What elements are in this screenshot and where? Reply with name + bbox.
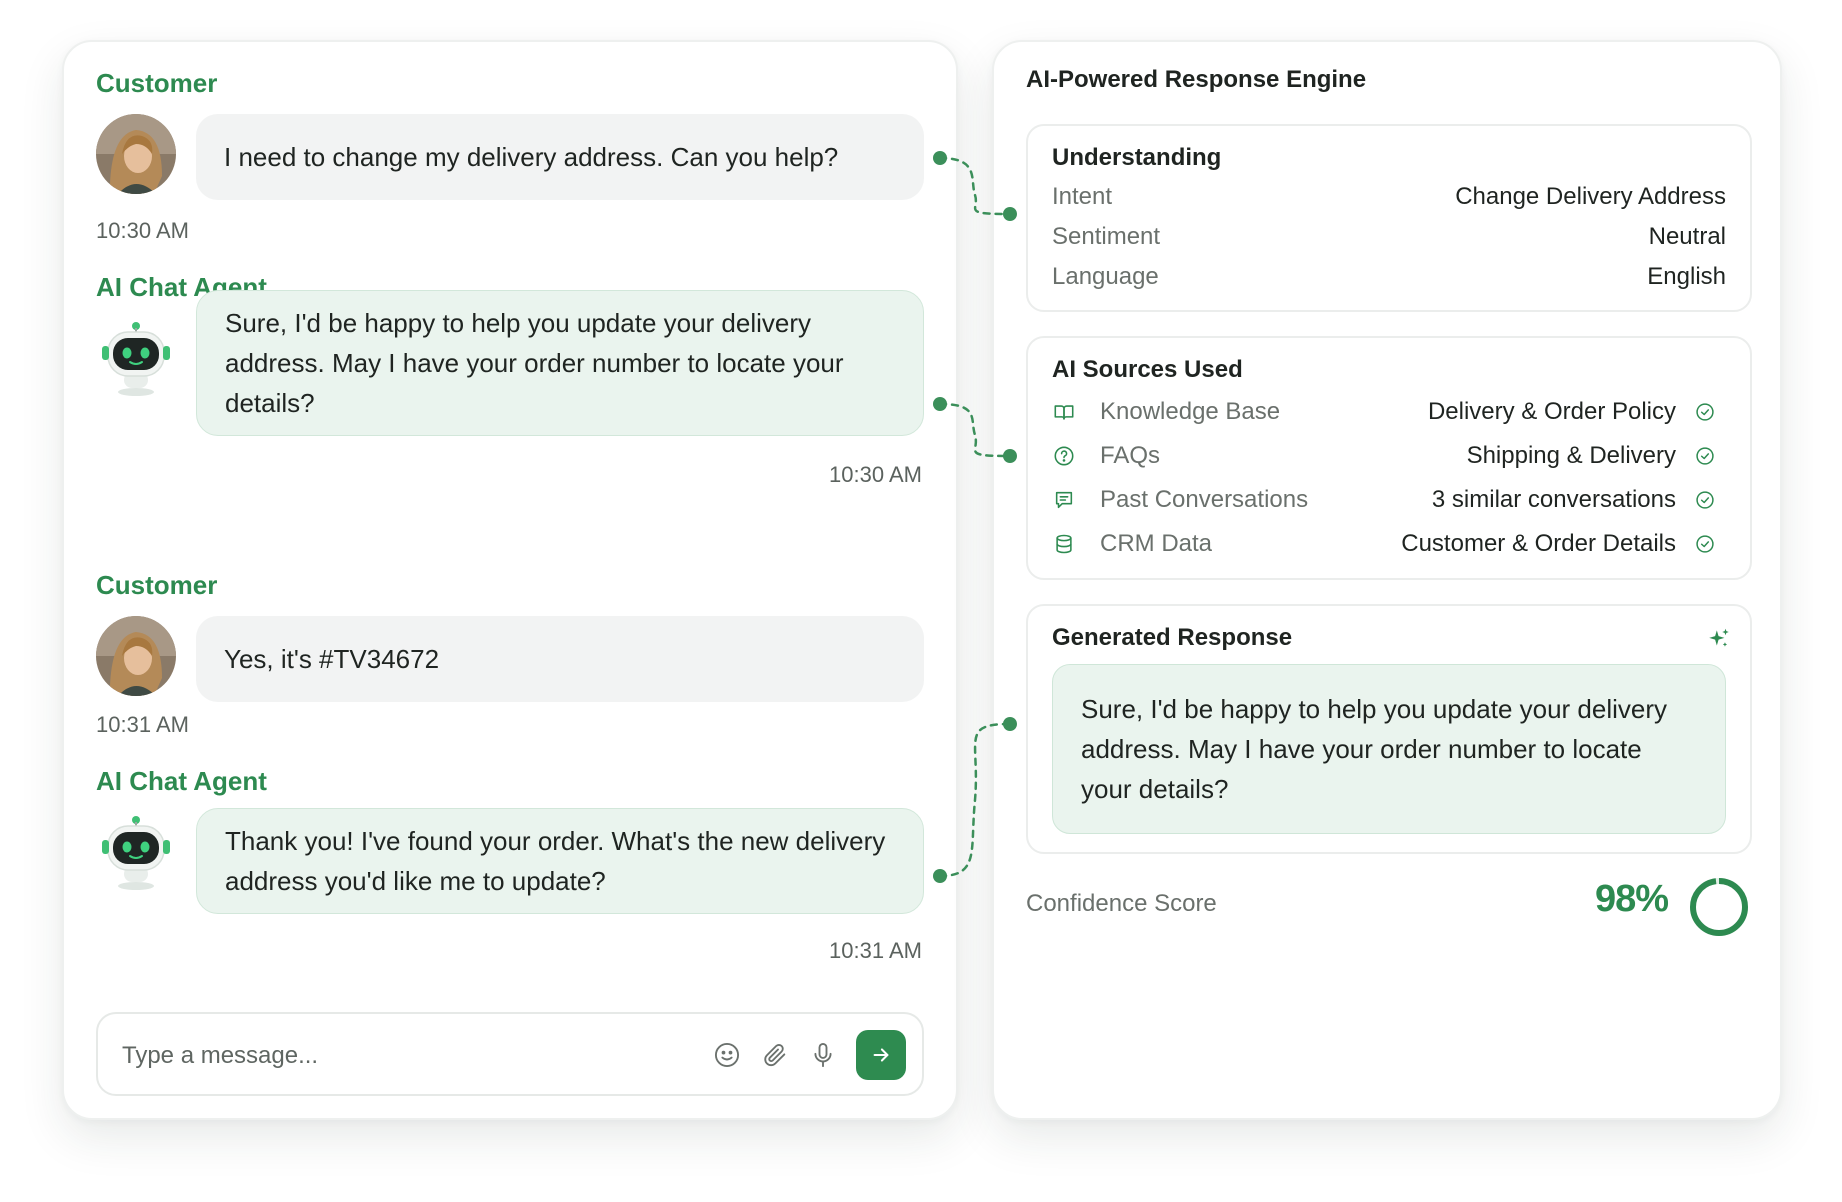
confidence-value: 98% [1594, 878, 1669, 920]
paperclip-icon[interactable] [758, 1038, 792, 1072]
check-circle-icon [1694, 445, 1716, 467]
source-row-faqs: FAQs Shipping & Delivery [1052, 438, 1716, 474]
database-icon [1052, 532, 1076, 556]
row-key: Language [1052, 263, 1159, 290]
message-bubble: Yes, it's #TV34672 [196, 616, 924, 702]
row-value: Neutral [1648, 223, 1726, 250]
understanding-row-language: Language English [1052, 260, 1726, 294]
row-value: Change Delivery Address [1455, 183, 1726, 210]
message-text: Thank you! I've found your order. What's… [225, 826, 886, 896]
understanding-row-intent: Intent Change Delivery Address [1052, 180, 1726, 214]
message-time: 10:30 AM [829, 462, 922, 487]
robot-avatar [96, 812, 176, 892]
check-circle-icon [1694, 489, 1716, 511]
source-row-past-conversations: Past Conversations 3 similar conversatio… [1052, 482, 1716, 518]
message-bubble: I need to change my delivery address. Ca… [196, 114, 924, 200]
source-value: Customer & Order Details [1401, 530, 1676, 557]
card-title: Generated Response [1052, 624, 1293, 651]
microphone-icon[interactable] [806, 1038, 840, 1072]
engine-title: AI-Powered Response Engine [1026, 66, 1367, 93]
card-title: AI Sources Used [1052, 356, 1243, 383]
message-time: 10:31 AM [829, 938, 922, 963]
source-name: CRM Data [1100, 530, 1213, 557]
source-name: Past Conversations [1100, 486, 1309, 513]
message-text: I need to change my delivery address. Ca… [224, 142, 839, 172]
source-name: FAQs [1100, 442, 1161, 469]
send-button[interactable] [856, 1030, 906, 1080]
sources-card: AI Sources Used Knowledge Base Delivery … [1026, 336, 1752, 580]
arrow-right-icon [873, 1048, 889, 1062]
confidence-label: Confidence Score [1026, 890, 1217, 917]
chat-lines-icon [1052, 488, 1076, 512]
robot-avatar [96, 318, 176, 398]
understanding-card: Understanding Intent Change Delivery Add… [1026, 124, 1752, 312]
customer-avatar [96, 114, 176, 194]
understanding-row-sentiment: Sentiment Neutral [1052, 220, 1726, 254]
row-key: Intent [1052, 183, 1113, 210]
check-circle-icon [1694, 533, 1716, 555]
message-input[interactable] [122, 1036, 682, 1076]
message-text: Yes, it's #TV34672 [224, 644, 440, 674]
card-title: Understanding [1052, 144, 1222, 171]
confidence-ring-fill [1690, 878, 1748, 936]
check-circle-icon [1694, 401, 1716, 423]
book-icon [1052, 400, 1076, 424]
confidence-ring [1690, 878, 1748, 936]
message-bubble: Sure, I'd be happy to help you update yo… [196, 290, 924, 436]
source-value: Shipping & Delivery [1466, 442, 1676, 469]
sender-label: AI Chat Agent [96, 766, 267, 796]
source-row-crm-data: CRM Data Customer & Order Details [1052, 526, 1716, 562]
smile-icon[interactable] [710, 1038, 744, 1072]
generated-response-card: Generated Response Sure, I'd be happy to… [1026, 604, 1752, 854]
question-circle-icon [1052, 444, 1076, 468]
message-composer [96, 1012, 924, 1096]
message-time: 10:31 AM [96, 712, 189, 737]
message-time: 10:30 AM [96, 218, 189, 243]
row-value: English [1647, 263, 1726, 290]
row-key: Sentiment [1052, 223, 1161, 250]
source-name: Knowledge Base [1100, 398, 1281, 425]
source-row-knowledge-base: Knowledge Base Delivery & Order Policy [1052, 394, 1716, 430]
customer-avatar [96, 616, 176, 696]
sender-label: Customer [96, 68, 218, 98]
message-text: Sure, I'd be happy to help you update yo… [225, 308, 844, 418]
message-bubble: Thank you! I've found your order. What's… [196, 808, 924, 914]
source-value: Delivery & Order Policy [1427, 398, 1676, 425]
sender-label: Customer [96, 570, 218, 600]
generated-response-text: Sure, I'd be happy to help you update yo… [1052, 664, 1726, 834]
sparkle-icon [1706, 626, 1732, 652]
engine-panel: AI-Powered Response Engine Understanding… [992, 40, 1782, 1120]
chat-panel: Customer I need to change my delivery ad… [62, 40, 958, 1120]
source-value: 3 similar conversations [1431, 486, 1676, 513]
